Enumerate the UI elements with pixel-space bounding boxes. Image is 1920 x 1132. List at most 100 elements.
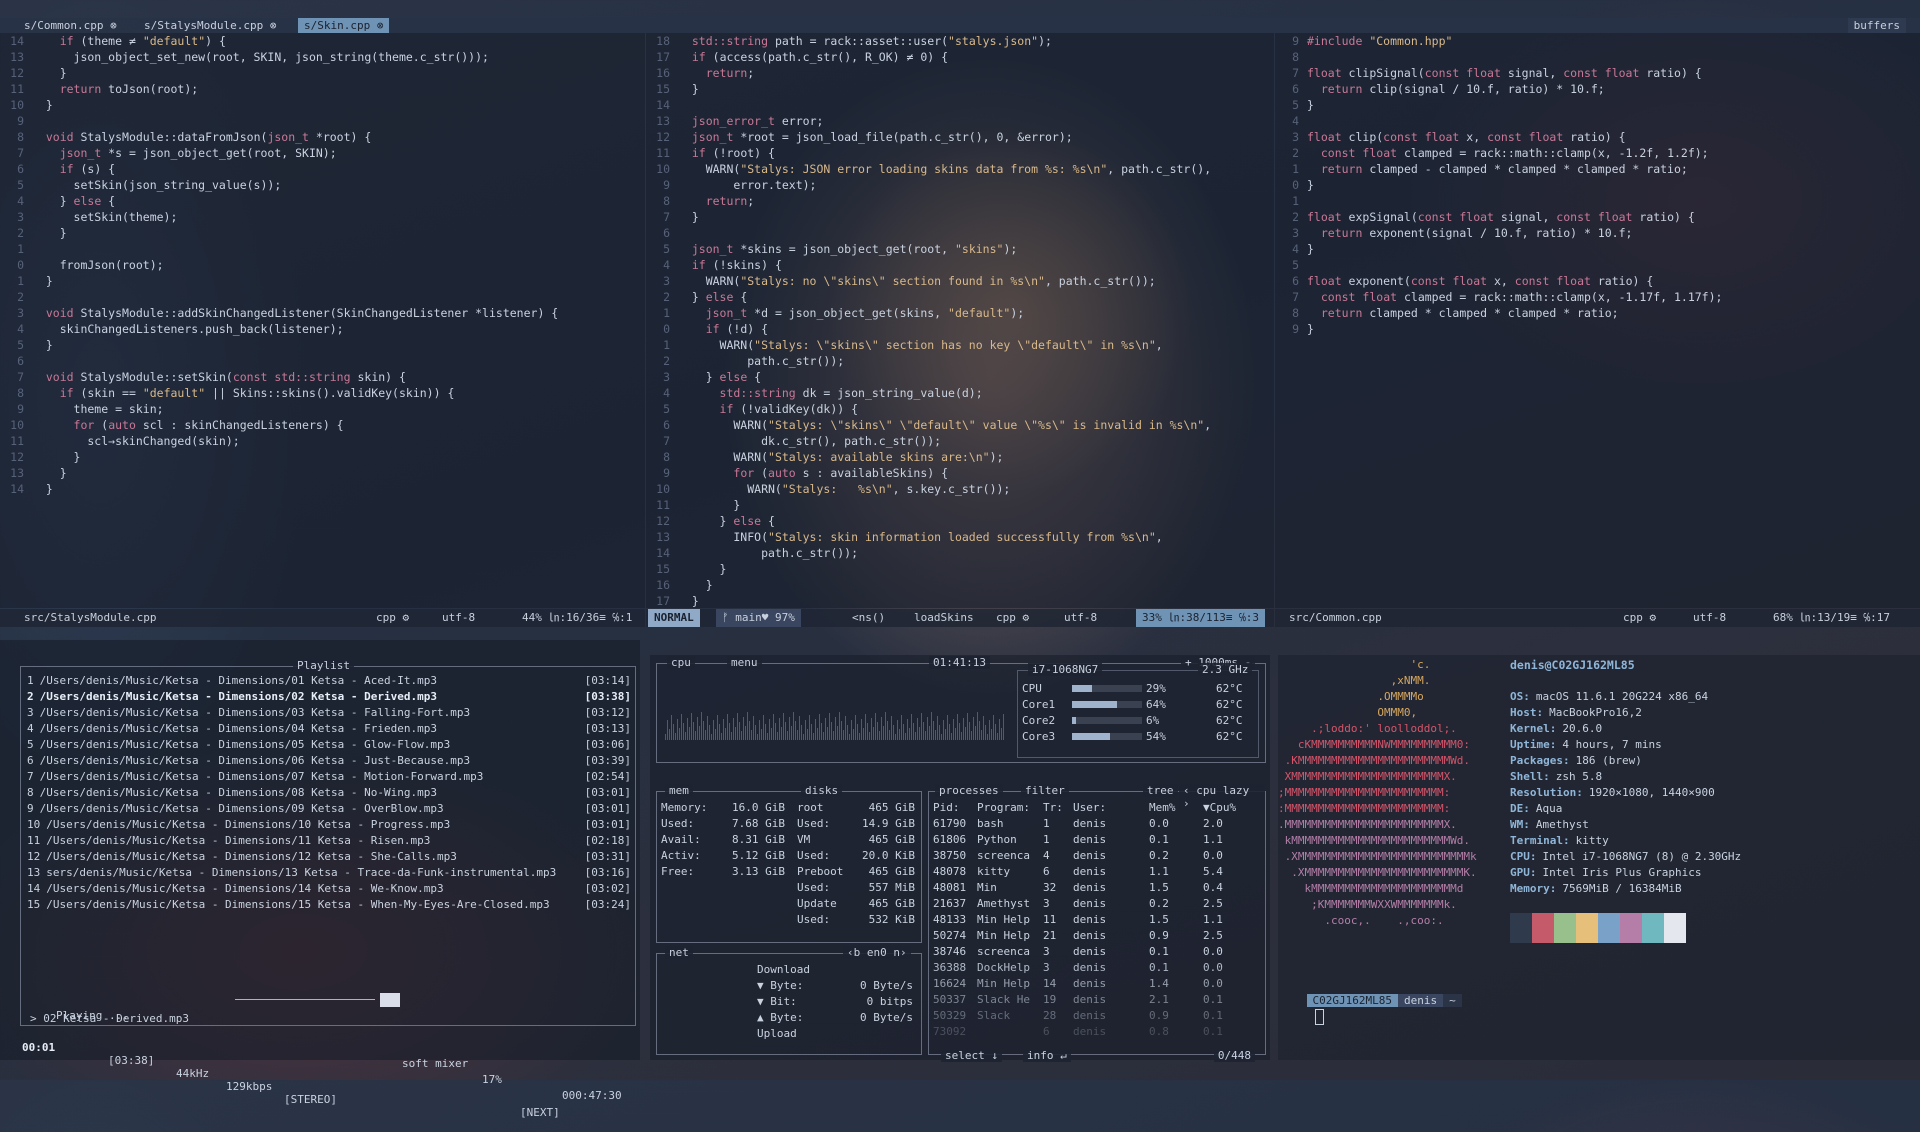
code-line[interactable]: 8 return clamped * clamped * clamped * r…	[1281, 305, 1722, 321]
code-line[interactable]: 5}	[1281, 97, 1722, 113]
code-line[interactable]: 6 WARN("Stalys: \"skins\" \"default\" va…	[652, 417, 1211, 433]
code-line[interactable]: 9 theme = skin;	[6, 401, 558, 417]
code-line[interactable]: 4 skinChangedListeners.push_back(listene…	[6, 321, 558, 337]
process-row[interactable]: 48078 kitty 6 denis 1.1 5.4	[933, 864, 1261, 880]
code-line[interactable]: 3 WARN("Stalys: no \"skins\" section fou…	[652, 273, 1211, 289]
process-row[interactable]: 50274 Min Help 21 denis 0.9 2.5	[933, 928, 1261, 944]
code-line[interactable]: 6 return clip(signal / 10.f, ratio) * 10…	[1281, 81, 1722, 97]
code-line[interactable]: 2 float expSignal(const float signal, con…	[1281, 209, 1722, 225]
code-line[interactable]: 6	[652, 225, 1211, 241]
playlist-item[interactable]: 11/Users/denis/Music/Ketsa - Dimensions/…	[27, 833, 631, 849]
code-line[interactable]: 8 return;	[652, 193, 1211, 209]
code-line[interactable]: 3 setSkin(theme);	[6, 209, 558, 225]
code-line[interactable]: 10 for (auto scl : skinChangedListeners)…	[6, 417, 558, 433]
btop-monitor[interactable]: cpu menu 01:41:13 + 1000ms - i7-1068NG7 …	[650, 655, 1270, 1062]
column-header[interactable]: Program:	[977, 800, 1030, 816]
code-line[interactable]: 11 if (!root) {	[652, 145, 1211, 161]
code-area[interactable]: 14 if (theme ≠ "default") {13 json_objec…	[6, 33, 558, 497]
code-line[interactable]: 7 float clipSignal(const float signal, co…	[1281, 65, 1722, 81]
code-line[interactable]: 1 WARN("Stalys: \"skins\" section has no…	[652, 337, 1211, 353]
code-line[interactable]: 17 if (access(path.c_str(), R_OK) ≠ 0) {	[652, 49, 1211, 65]
process-row[interactable]: 50329 Slack 28 denis 0.9 0.1	[933, 1008, 1261, 1024]
process-row[interactable]: 61806 Python 1 denis 0.1 1.1	[933, 832, 1261, 848]
shell-prompt[interactable]: C02GJ162ML85 denis ~	[1280, 977, 1462, 1025]
buffer-tab[interactable]: s/Skin.cpp ⊗	[298, 18, 390, 33]
tree-toggle[interactable]: tree	[1143, 784, 1178, 797]
code-line[interactable]: 11 }	[652, 497, 1211, 513]
process-row[interactable]: 61790 bash 1 denis 0.0 2.0	[933, 816, 1261, 832]
code-line[interactable]: 8 WARN("Stalys: available skins are:\n")…	[652, 449, 1211, 465]
filter-button[interactable]: filter	[1021, 784, 1069, 797]
code-line[interactable]: 16 }	[652, 577, 1211, 593]
code-area[interactable]: 9 #include "Common.hpp" 8 7 float clipSigna…	[1281, 33, 1722, 337]
playlist-item[interactable]: 8/Users/denis/Music/Ketsa - Dimensions/0…	[27, 785, 631, 801]
code-line[interactable]: 0 if (!d) {	[652, 321, 1211, 337]
next-button[interactable]: [NEXT]	[520, 1106, 560, 1119]
code-line[interactable]: 7 }	[652, 209, 1211, 225]
code-line[interactable]: 10 WARN("Stalys: %s\n", s.key.c_str());	[652, 481, 1211, 497]
buffer-tab[interactable]: s/Common.cpp ⊗	[18, 18, 123, 33]
code-line[interactable]: 8	[1281, 49, 1722, 65]
cpu-tab[interactable]: cpu	[667, 656, 695, 669]
volume-block[interactable]	[380, 993, 400, 1007]
code-line[interactable]: 13 INFO("Stalys: skin information loaded…	[652, 529, 1211, 545]
code-line[interactable]: 1	[6, 241, 558, 257]
editor-pane-left[interactable]: 14 if (theme ≠ "default") {13 json_objec…	[0, 33, 645, 608]
process-row[interactable]: 16624 Min Help 14 denis 1.4 0.0	[933, 976, 1261, 992]
playlist-item[interactable]: 4/Users/denis/Music/Ketsa - Dimensions/0…	[27, 721, 631, 737]
code-line[interactable]: 6 float exponent(const float x, const flo…	[1281, 273, 1722, 289]
code-line[interactable]: 4 std::string dk = json_string_value(d);	[652, 385, 1211, 401]
code-line[interactable]: 0 fromJson(root);	[6, 257, 558, 273]
code-line[interactable]: 14	[652, 97, 1211, 113]
code-line[interactable]: 6	[6, 353, 558, 369]
code-line[interactable]: 12 }	[6, 449, 558, 465]
code-line[interactable]: 14 }	[6, 481, 558, 497]
process-row[interactable]: 38746 screenca 3 denis 0.1 0.0	[933, 944, 1261, 960]
code-line[interactable]: 4 if (!skins) {	[652, 257, 1211, 273]
playlist-item[interactable]: 2/Users/denis/Music/Ketsa - Dimensions/0…	[27, 689, 631, 705]
code-line[interactable]: 5 json_t *skins = json_object_get(root, …	[652, 241, 1211, 257]
code-line[interactable]: 9 for (auto s : availableSkins) {	[652, 465, 1211, 481]
code-line[interactable]: 4 } else {	[6, 193, 558, 209]
playlist-item[interactable]: 1/Users/denis/Music/Ketsa - Dimensions/0…	[27, 673, 631, 689]
code-line[interactable]: 4	[1281, 113, 1722, 129]
code-line[interactable]: 5 setSkin(json_string_value(s));	[6, 177, 558, 193]
code-line[interactable]: 13 json_object_set_new(root, SKIN, json_…	[6, 49, 558, 65]
code-line[interactable]: 9}	[1281, 321, 1722, 337]
column-header[interactable]: Pid:	[933, 800, 960, 816]
code-line[interactable]: 18 std::string path = rack::asset::user(…	[652, 33, 1211, 49]
playlist-item[interactable]: 10/Users/denis/Music/Ketsa - Dimensions/…	[27, 817, 631, 833]
editor-pane-middle[interactable]: 18 std::string path = rack::asset::user(…	[646, 33, 1274, 608]
code-line[interactable]: 7 json_t *s = json_object_get(root, SKIN…	[6, 145, 558, 161]
process-row[interactable]: 50337 Slack He 19 denis 2.1 0.1	[933, 992, 1261, 1008]
code-line[interactable]: 2 const float clamped = rack::math::clam…	[1281, 145, 1722, 161]
code-area[interactable]: 18 std::string path = rack::asset::user(…	[652, 33, 1211, 609]
code-line[interactable]: 7 const float clamped = rack::math::clam…	[1281, 289, 1722, 305]
code-line[interactable]: 7 void StalysModule::setSkin(const std::…	[6, 369, 558, 385]
code-line[interactable]: 8 if (skin == "default" || Skins::skins(…	[6, 385, 558, 401]
code-line[interactable]: 15 }	[652, 81, 1211, 97]
playlist-item[interactable]: 12/Users/denis/Music/Ketsa - Dimensions/…	[27, 849, 631, 865]
code-line[interactable]: 10 WARN("Stalys: JSON error loading skin…	[652, 161, 1211, 177]
playlist-item[interactable]: 13 sers/denis/Music/Ketsa - Dimensions/13…	[27, 865, 631, 881]
code-line[interactable]: 6 if (s) {	[6, 161, 558, 177]
code-line[interactable]: 12 }	[6, 65, 558, 81]
playlist-item[interactable]: 5/Users/denis/Music/Ketsa - Dimensions/0…	[27, 737, 631, 753]
net-interface[interactable]: ‹b en0 n›	[843, 946, 911, 959]
code-line[interactable]: 2	[6, 289, 558, 305]
code-line[interactable]: 11 return toJson(root);	[6, 81, 558, 97]
column-header[interactable]: ▼Cpu%	[1203, 800, 1236, 816]
code-line[interactable]: 9 #include "Common.hpp"	[1281, 33, 1722, 49]
column-header[interactable]: Tr:	[1043, 800, 1063, 816]
menu-tab[interactable]: menu	[727, 656, 762, 669]
music-player[interactable]: Playlist 1/Users/denis/Music/Ketsa - Dim…	[0, 640, 640, 1119]
code-line[interactable]: 1 json_t *d = json_object_get(skins, "de…	[652, 305, 1211, 321]
code-line[interactable]: 3 float clip(const float x, const float r…	[1281, 129, 1722, 145]
code-line[interactable]: 1 return clamped - clamped * clamped * c…	[1281, 161, 1722, 177]
code-line[interactable]: 7 dk.c_str(), path.c_str());	[652, 433, 1211, 449]
playlist-item[interactable]: 14/Users/denis/Music/Ketsa - Dimensions/…	[27, 881, 631, 897]
code-line[interactable]: 12 json_t *root = json_load_file(path.c_…	[652, 129, 1211, 145]
code-line[interactable]: 0}	[1281, 177, 1722, 193]
process-row[interactable]: 73092 6 denis 0.8 0.1	[933, 1024, 1261, 1040]
code-line[interactable]: 2 } else {	[652, 289, 1211, 305]
